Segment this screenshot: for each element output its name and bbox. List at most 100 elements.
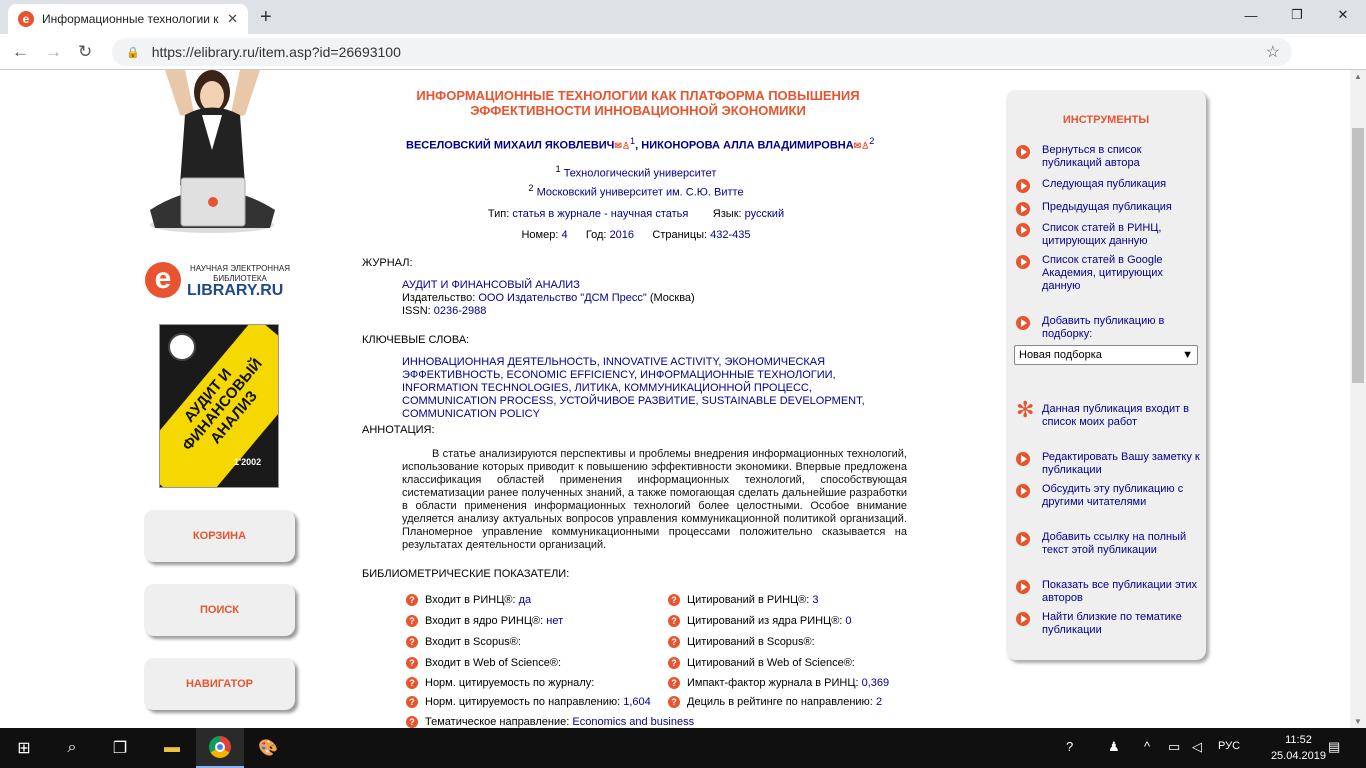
lock-icon: 🔒: [126, 46, 140, 59]
help-icon[interactable]: ?: [668, 677, 680, 689]
journal-name-link[interactable]: АУДИТ И ФИНАНСОВЫЙ АНАЛИЗ: [402, 279, 695, 292]
help-icon[interactable]: ?: [406, 657, 418, 669]
scroll-up-icon[interactable]: ▲: [1354, 72, 1362, 81]
article-title: ИНФОРМАЦИОННЫЕ ТЕХНОЛОГИИ КАК ПЛАТФОРМА …: [416, 88, 860, 118]
help-icon[interactable]: ?: [668, 636, 680, 648]
abstract-label: АННОТАЦИЯ:: [362, 424, 435, 436]
metric-norm-journal: ? Норм. цитируемость по журналу:: [406, 677, 594, 689]
abstract-text: В статье анализируются перспективы и про…: [402, 448, 907, 551]
tool-my-works[interactable]: ✻ Данная публикация входит в список моих …: [1016, 397, 1200, 429]
help-icon[interactable]: ?: [406, 716, 418, 728]
publisher-link[interactable]: ООО Издательство "ДСМ Пресс": [478, 292, 646, 304]
tool-add-to-collection[interactable]: Добавить публикацию в подборку:: [1016, 315, 1200, 341]
metric-wos: ? Входит в Web of Science®:: [406, 657, 561, 669]
forward-icon[interactable]: →: [45, 42, 62, 62]
metric-citations-scopus: ? Цитирований в Scopus®:: [668, 636, 815, 648]
metric-citations-wos: ? Цитирований в Web of Science®:: [668, 657, 855, 669]
metric-rinc: ? Входит в РИНЦ®: да: [406, 594, 531, 606]
tab-title: Информационные технологии к: [42, 12, 219, 26]
author-1-mail-icon[interactable]: ✉: [614, 141, 622, 151]
collection-select[interactable]: Новая подборка ▼: [1014, 345, 1198, 365]
back-icon[interactable]: ←: [12, 42, 29, 62]
metric-decile: ? Дециль в рейтинге по направлению: 2: [668, 696, 882, 708]
play-icon: [1016, 223, 1030, 237]
issue-year: 2016: [609, 229, 635, 241]
search-icon[interactable]: ⌕: [48, 728, 96, 768]
tool-back-to-author[interactable]: Вернуться в список публикаций автора: [1016, 144, 1200, 170]
help-icon[interactable]: ?: [406, 594, 418, 606]
play-icon: [1016, 532, 1030, 546]
play-icon: [1016, 316, 1030, 330]
notifications-icon[interactable]: ▤: [1328, 739, 1340, 755]
authors-line: ВЕСЕЛОВСКИЙ МИХАИЛ ЯКОВЛЕВИЧ✉♙1, НИКОНОР…: [406, 136, 875, 152]
metric-citations-core: ? Цитирований из ядра РИНЦ®: 0: [668, 615, 852, 627]
new-tab-icon[interactable]: +: [260, 6, 272, 29]
people-icon[interactable]: ♟: [1108, 739, 1120, 755]
windows-start-icon[interactable]: ⊞: [0, 728, 48, 768]
url-text: https://elibrary.ru/item.asp?id=26693100: [151, 44, 401, 60]
clock[interactable]: 11:52 25.04.2019: [1271, 732, 1326, 764]
help-icon[interactable]: ?: [406, 696, 418, 708]
tab-bar: e Информационные технологии к ✕ + — ❐ ✕: [0, 0, 1366, 34]
help-icon[interactable]: ?: [668, 657, 680, 669]
reload-icon[interactable]: ↻: [78, 42, 92, 62]
scroll-down-icon[interactable]: ▼: [1354, 717, 1362, 726]
navigator-button[interactable]: НАВИГАТОР: [144, 658, 295, 710]
asterisk-icon: ✻: [1016, 397, 1035, 422]
chrome-icon[interactable]: [196, 728, 244, 768]
search-button[interactable]: ПОИСК: [144, 584, 295, 636]
network-icon[interactable]: ▭: [1168, 739, 1180, 755]
help-tray-icon[interactable]: ?: [1066, 739, 1073, 754]
type-lang-row: Тип: статья в журнале - научная статья Я…: [487, 208, 785, 220]
volume-icon[interactable]: ◁: [1192, 739, 1202, 755]
elibrary-favicon-icon: e: [18, 11, 34, 27]
file-explorer-icon[interactable]: ▬: [148, 728, 196, 768]
page-scrollbar[interactable]: ▲ ▼: [1350, 70, 1366, 728]
cart-button[interactable]: КОРЗИНА: [144, 510, 295, 562]
play-icon: [1016, 202, 1030, 216]
browser-tab[interactable]: e Информационные технологии к ✕: [8, 4, 248, 34]
page-content: e НАУЧНАЯ ЭЛЕКТРОННАЯ БИБЛИОТЕКА LIBRARY.…: [0, 70, 1350, 728]
url-field[interactable]: 🔒 https://elibrary.ru/item.asp?id=266931…: [112, 38, 1292, 66]
help-icon[interactable]: ?: [668, 615, 680, 627]
tool-all-author-pubs[interactable]: Показать все публикации этих авторов: [1016, 579, 1200, 605]
help-icon[interactable]: ?: [668, 696, 680, 708]
issue-number[interactable]: 4: [561, 229, 567, 241]
paint-icon[interactable]: 🎨: [244, 728, 292, 768]
journal-cover-image[interactable]: АУДИТ И ФИНАНСОВЫЙ АНАЛИЗ 1'2002: [159, 324, 279, 488]
tool-similar[interactable]: Найти близкие по тематике публикации: [1016, 611, 1200, 637]
scroll-thumb[interactable]: [1352, 128, 1364, 383]
help-icon[interactable]: ?: [406, 636, 418, 648]
tool-google-citing[interactable]: Список статей в Google Академия, цитирую…: [1016, 254, 1200, 293]
help-icon[interactable]: ?: [406, 677, 418, 689]
tool-discuss[interactable]: Обсудить эту публикацию с другими читате…: [1016, 483, 1200, 509]
tool-edit-note[interactable]: Редактировать Вашу заметку к публикации: [1016, 451, 1200, 477]
bookmark-star-icon[interactable]: ☆: [1266, 42, 1280, 62]
language-indicator[interactable]: РУС: [1218, 740, 1240, 752]
metric-citations-rinc: ? Цитирований в РИНЦ®: 3: [668, 594, 819, 606]
author-1-person-icon[interactable]: ♙: [622, 141, 630, 151]
help-icon[interactable]: ?: [406, 615, 418, 627]
mascot-girl-laptop-image: [145, 70, 280, 235]
minimize-icon[interactable]: —: [1228, 0, 1274, 30]
tool-add-fulltext-link[interactable]: Добавить ссылку на полный текст этой пуб…: [1016, 531, 1200, 557]
tool-prev[interactable]: Предыдущая публикация: [1016, 201, 1200, 216]
tray-chevron-icon[interactable]: ^: [1144, 739, 1150, 754]
affiliation-1[interactable]: Технологический университет: [564, 168, 717, 180]
elibrary-logo[interactable]: e НАУЧНАЯ ЭЛЕКТРОННАЯ БИБЛИОТЕКА LIBRARY.…: [145, 260, 295, 305]
cover-seal: [168, 333, 196, 361]
task-view-icon[interactable]: ❐: [96, 728, 144, 768]
tool-next[interactable]: Следующая публикация: [1016, 178, 1200, 193]
affiliation-2[interactable]: Московский университет им. С.Ю. Витте: [537, 186, 744, 198]
tool-rinc-citing[interactable]: Список статей в РИНЦ, цитирующих данную: [1016, 222, 1200, 248]
cover-issue: 1'2002: [234, 457, 262, 467]
maximize-icon[interactable]: ❐: [1274, 0, 1320, 30]
metric-topic: ? Тематическое направление: Economics and…: [406, 716, 694, 728]
play-icon: [1016, 145, 1030, 159]
help-icon[interactable]: ?: [668, 594, 680, 606]
close-tab-icon[interactable]: ✕: [227, 11, 238, 27]
author-2-link[interactable]: НИКОНОРОВА АЛЛА ВЛАДИМИРОВНА: [641, 140, 853, 152]
author-1-link[interactable]: ВЕСЕЛОВСКИЙ МИХАИЛ ЯКОВЛЕВИЧ: [406, 140, 614, 152]
close-window-icon[interactable]: ✕: [1320, 0, 1366, 30]
keywords-links[interactable]: ИННОВАЦИОННАЯ ДЕЯТЕЛЬНОСТЬ, INNOVATIVE A…: [402, 356, 907, 421]
